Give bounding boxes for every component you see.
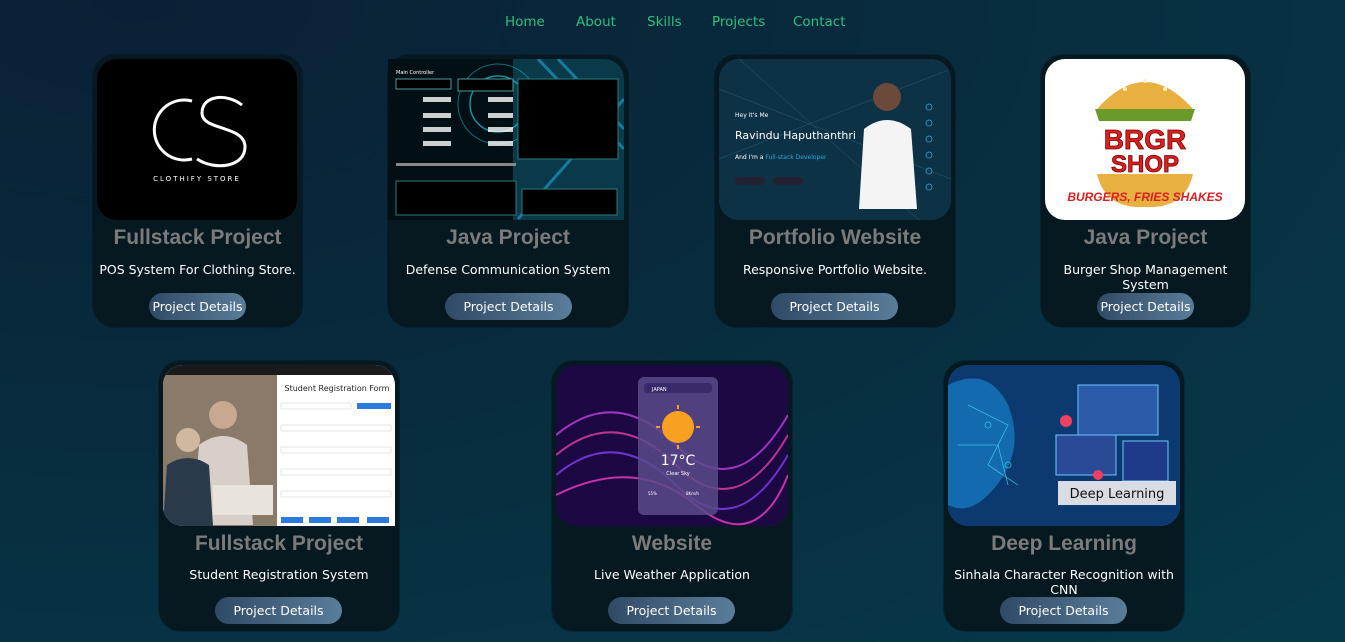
project-details-button[interactable]: Project Details [1000,597,1127,624]
thumb-label: Deep Learning [1070,487,1165,502]
project-title: Java Project [1083,226,1208,249]
project-description: Student Registration System [189,567,369,582]
project-title: Deep Learning [991,532,1137,555]
thumb-temp: 17°C [661,453,696,469]
project-description: POS System For Clothing Store. [99,262,296,277]
project-thumbnail: Main Controller [388,59,624,220]
top-nav: Home About Skills Projects Contact [0,14,1345,34]
java-app-screenshot-icon: Main Controller [388,59,624,220]
project-description: Live Weather Application [594,567,750,582]
svg-text:JAPAN: JAPAN [651,387,667,393]
project-thumbnail: Student Registration Form [163,365,395,526]
svg-text:Ravindu Haputhanthri: Ravindu Haputhanthri [735,129,856,142]
project-title: Java Project [446,226,570,249]
weather-app-screenshot-icon: JAPAN 17°C Clear Sky 55% 8Km/h [556,365,788,526]
student-registration-screenshot-icon: Student Registration Form [163,365,395,526]
svg-text:Student Registration Form: Student Registration Form [285,384,390,393]
svg-text:Main Controller: Main Controller [396,70,435,76]
portfolio-screenshot-icon: Hey It's Me Ravindu Haputhanthri And I'm… [719,59,951,220]
svg-text:SHOP: SHOP [1111,151,1179,178]
project-card: CLOTHIFY STORE Fullstack Project POS Sys… [93,55,302,327]
project-card: BRGR SHOP BURGERS, FRIES SHAKES Java Pro… [1041,55,1250,327]
project-thumbnail: Hey It's Me Ravindu Haputhanthri And I'm… [719,59,951,220]
svg-text:Clear Sky: Clear Sky [666,471,690,477]
project-title: Portfolio Website [748,226,922,249]
project-card: JAPAN 17°C Clear Sky 55% 8Km/h Website Li… [552,361,792,631]
project-details-button[interactable]: Project Details [1097,293,1194,320]
nav-projects-link[interactable]: Projects [712,14,765,30]
svg-text:Hey It's Me: Hey It's Me [735,112,769,119]
svg-text:BURGERS, FRIES SHAKES: BURGERS, FRIES SHAKES [1067,190,1222,204]
nav-about-link[interactable]: About [576,14,616,30]
project-details-button[interactable]: Project Details [771,293,898,320]
project-thumbnail: CLOTHIFY STORE [97,59,297,220]
clothify-logo-icon [152,96,247,168]
project-title: Website [631,532,713,555]
project-thumbnail: BRGR SHOP BURGERS, FRIES SHAKES [1045,59,1245,220]
nav-contact-link[interactable]: Contact [793,14,846,30]
project-card: Student Registration Form Fullstack Proj… [159,361,399,631]
project-title: Fullstack Project [113,226,282,249]
project-details-button[interactable]: Project Details [149,293,246,320]
nav-home-link[interactable]: Home [505,14,545,30]
project-thumbnail: Deep Learning [948,365,1180,526]
thumb-logo-text: CLOTHIFY STORE [153,175,241,183]
svg-text:And I'm a Full-stack Developer: And I'm a Full-stack Developer [735,154,827,161]
project-card: Hey It's Me Ravindu Haputhanthri And I'm… [715,55,955,327]
deep-learning-thumbnail-icon: Deep Learning [948,365,1180,526]
project-details-button[interactable]: Project Details [608,597,735,624]
nav-skills-link[interactable]: Skills [647,14,682,30]
project-thumbnail: JAPAN 17°C Clear Sky 55% 8Km/h [556,365,788,526]
project-description: Burger Shop Management System [1063,262,1228,292]
burger-shop-logo-icon: BRGR SHOP BURGERS, FRIES SHAKES [1067,79,1223,208]
project-details-button[interactable]: Project Details [445,293,572,320]
project-card: Main Controller Java Project Defense Com… [388,55,628,327]
project-title: Fullstack Project [194,532,364,555]
project-description: Sinhala Character Recognition with CNN [954,567,1174,597]
project-description: Responsive Portfolio Website. [742,262,928,277]
project-details-button[interactable]: Project Details [215,597,342,624]
svg-text:8Km/h: 8Km/h [686,491,699,496]
project-description: Defense Communication System [405,262,611,277]
project-card: Deep Learning Deep Learning Sinhala Char… [944,361,1184,631]
svg-text:55%: 55% [648,491,657,496]
